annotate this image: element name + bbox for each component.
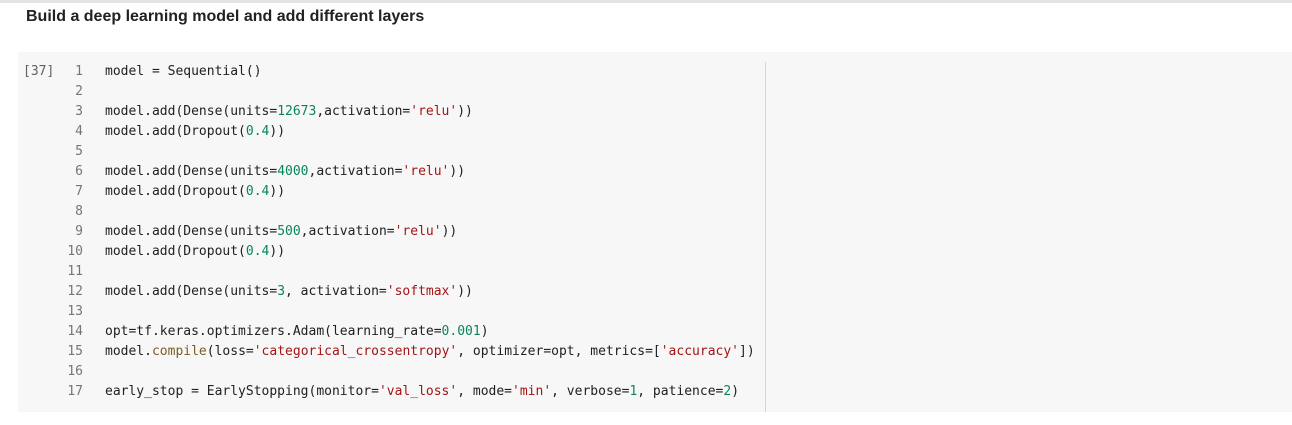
line-number: 16: [67, 364, 83, 379]
code-line[interactable]: 11: [18, 262, 1292, 282]
code-token: 0.001: [441, 324, 481, 339]
code-text: model.add(Dropout(0.4)): [105, 242, 285, 262]
code-line[interactable]: 2: [18, 82, 1292, 102]
line-number: 14: [67, 324, 83, 339]
code-token: 'categorical_crossentropy': [253, 344, 458, 359]
code-token: 0.4: [245, 124, 270, 139]
code-token: 2: [723, 384, 732, 399]
line-number: 4: [75, 124, 83, 139]
line-number: 1: [75, 64, 83, 79]
code-token: model.add(Dense(units=: [105, 284, 278, 299]
code-text: model = Sequential(): [105, 62, 262, 82]
code-editor[interactable]: 1 model = Sequential() 2 3 model.add(Dense(u…: [18, 62, 1292, 402]
code-token: )): [449, 164, 466, 179]
code-token: model.add(Dense(units=: [105, 164, 278, 179]
code-token: opt=tf.keras.optimizers.Adam(learning_ra…: [105, 324, 442, 339]
code-token: 0.4: [245, 244, 270, 259]
line-number: 10: [67, 244, 83, 259]
code-token: )): [457, 284, 473, 299]
code-token: )): [441, 224, 458, 239]
code-token: 12673: [277, 104, 317, 119]
code-token: , patience=: [637, 384, 724, 399]
code-token: (loss=: [206, 344, 254, 359]
code-text: model.add(Dense(units=4000,activation='r…: [105, 162, 465, 182]
code-line[interactable]: 1 model = Sequential(): [18, 62, 1292, 82]
code-token: ,activation=: [300, 224, 395, 239]
line-number: 11: [67, 264, 83, 279]
code-token: , mode=: [457, 384, 513, 399]
code-token: model.: [105, 344, 152, 359]
code-token: model.add(Dense(units=: [105, 224, 278, 239]
code-token: model.add(Dropout(: [105, 184, 246, 199]
line-number: 9: [75, 224, 83, 239]
code-token: model.add(Dense(units=: [105, 104, 278, 119]
code-text: model.add(Dense(units=12673,activation='…: [105, 102, 473, 122]
code-token: early_stop = EarlyStopping(monitor=: [105, 384, 379, 399]
code-token: 4000: [277, 164, 309, 179]
code-line[interactable]: 3 model.add(Dense(units=12673,activation=…: [18, 102, 1292, 122]
code-token: model.add(Dropout(: [105, 244, 246, 259]
code-line[interactable]: 8: [18, 202, 1292, 222]
code-text: model.add(Dropout(0.4)): [105, 122, 285, 142]
code-token: 'relu': [402, 164, 450, 179]
line-number: 7: [75, 184, 83, 199]
code-line[interactable]: 5: [18, 142, 1292, 162]
code-token: 500: [277, 224, 301, 239]
line-number: 8: [75, 204, 83, 219]
line-number: 13: [67, 304, 83, 319]
code-token: 'accuracy': [660, 344, 740, 359]
code-line[interactable]: 16: [18, 362, 1292, 382]
line-number: 2: [75, 84, 83, 99]
code-token: 'relu': [410, 104, 458, 119]
code-token: ]): [739, 344, 755, 359]
code-token: model.add(Dropout(: [105, 124, 246, 139]
code-token: )): [457, 104, 473, 119]
code-line[interactable]: 14 opt=tf.keras.optimizers.Adam(learning_…: [18, 322, 1292, 342]
code-token: , optimizer=opt, metrics=[: [457, 344, 661, 359]
line-number: 17: [67, 384, 83, 399]
cell-top-divider: [0, 0, 1292, 3]
line-number: 3: [75, 104, 83, 119]
line-number: 15: [67, 344, 83, 359]
code-line[interactable]: 17 early_stop = EarlyStopping(monitor='va…: [18, 382, 1292, 402]
code-line[interactable]: 10 model.add(Dropout(0.4)): [18, 242, 1292, 262]
code-text: opt=tf.keras.optimizers.Adam(learning_ra…: [105, 322, 489, 342]
code-cell[interactable]: [37] 1 model = Sequential() 2 3 model.add(De…: [18, 52, 1292, 412]
code-line[interactable]: 7 model.add(Dropout(0.4)): [18, 182, 1292, 202]
code-text: model.add(Dense(units=500,activation='re…: [105, 222, 457, 242]
code-text: early_stop = EarlyStopping(monitor='val_…: [105, 382, 739, 402]
code-token: , verbose=: [551, 384, 630, 399]
code-token: 'min': [512, 384, 552, 399]
code-token: model = Sequential(): [105, 64, 262, 79]
code-text: model.add(Dropout(0.4)): [105, 182, 285, 202]
code-line[interactable]: 9 model.add(Dense(units=500,activation='r…: [18, 222, 1292, 242]
code-line[interactable]: 13: [18, 302, 1292, 322]
code-text: model.add(Dense(units=3, activation='sof…: [105, 282, 473, 302]
code-token: ): [731, 384, 740, 399]
code-token: 'relu': [394, 224, 442, 239]
code-line[interactable]: 15 model.compile(loss='categorical_crosse…: [18, 342, 1292, 362]
code-token: 3: [277, 284, 286, 299]
line-number: 12: [67, 284, 83, 299]
line-number: 6: [75, 164, 83, 179]
code-token: compile: [151, 344, 207, 359]
code-token: ,activation=: [316, 104, 411, 119]
line-number: 5: [75, 144, 83, 159]
code-line[interactable]: 4 model.add(Dropout(0.4)): [18, 122, 1292, 142]
code-token: )): [269, 184, 286, 199]
code-text: model.compile(loss='categorical_crossent…: [105, 342, 755, 362]
code-token: )): [269, 244, 286, 259]
code-token: ,activation=: [308, 164, 403, 179]
code-token: 'softmax': [386, 284, 458, 299]
code-token: ): [480, 324, 489, 339]
code-line[interactable]: 6 model.add(Dense(units=4000,activation='…: [18, 162, 1292, 182]
code-line[interactable]: 12 model.add(Dense(units=3, activation='s…: [18, 282, 1292, 302]
markdown-heading: Build a deep learning model and add diff…: [26, 8, 425, 25]
code-token: )): [269, 124, 286, 139]
code-token: 0.4: [245, 184, 270, 199]
code-token: , activation=: [285, 284, 387, 299]
code-token: 'val_loss': [378, 384, 458, 399]
